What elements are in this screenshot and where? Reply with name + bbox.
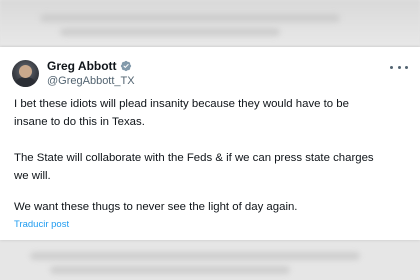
tweet-text-line: we will. bbox=[14, 170, 51, 182]
author-avatar[interactable] bbox=[12, 60, 39, 87]
blurred-background-text bbox=[30, 252, 360, 260]
translate-post-link[interactable]: Traducir post bbox=[14, 219, 69, 230]
more-options-icon[interactable] bbox=[390, 62, 408, 72]
more-dot bbox=[405, 65, 408, 69]
blurred-background-text bbox=[60, 28, 280, 36]
author-name-row: Greg Abbott bbox=[47, 59, 132, 73]
author-name[interactable]: Greg Abbott bbox=[47, 59, 117, 73]
tweet-text-line: I bet these idiots will plead insanity b… bbox=[14, 98, 349, 110]
tweet-text-line: insane to do this in Texas. bbox=[14, 116, 145, 128]
blurred-background-text bbox=[40, 14, 340, 22]
author-handle[interactable]: @GregAbbott_TX bbox=[47, 75, 135, 87]
tweet-text-line: The State will collaborate with the Feds… bbox=[14, 152, 374, 164]
more-dot bbox=[397, 65, 401, 69]
blurred-background-bottom bbox=[0, 240, 420, 280]
verified-badge-icon[interactable] bbox=[120, 60, 132, 72]
blurred-background-text bbox=[50, 266, 290, 274]
tweet-text-line: We want these thugs to never see the lig… bbox=[14, 201, 298, 213]
blurred-background-top bbox=[0, 0, 420, 46]
more-dot bbox=[390, 65, 393, 69]
tweet-card[interactable]: Greg Abbott @GregAbbott_TX I bet these i… bbox=[0, 47, 420, 240]
